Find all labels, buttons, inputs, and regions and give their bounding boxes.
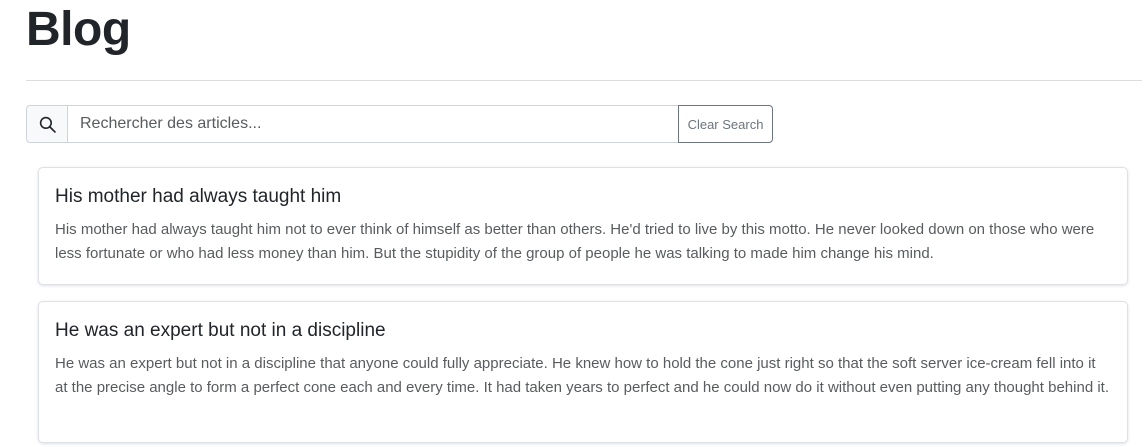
- post-card[interactable]: He was an expert but not in a discipline…: [38, 301, 1128, 443]
- search-icon: [26, 105, 67, 143]
- post-title[interactable]: He was an expert but not in a discipline: [55, 318, 1111, 344]
- post-title[interactable]: His mother had always taught him: [55, 184, 1111, 210]
- page-title: Blog: [26, 3, 131, 56]
- search-bar: Clear Search: [26, 105, 773, 143]
- post-excerpt: He was an expert but not in a discipline…: [55, 355, 1109, 396]
- search-input[interactable]: [67, 105, 679, 143]
- clear-search-button[interactable]: Clear Search: [678, 105, 773, 143]
- post-excerpt: His mother had always taught him not to …: [55, 221, 1095, 262]
- post-card[interactable]: His mother had always taught him His mot…: [38, 167, 1128, 285]
- title-divider: [26, 80, 1142, 81]
